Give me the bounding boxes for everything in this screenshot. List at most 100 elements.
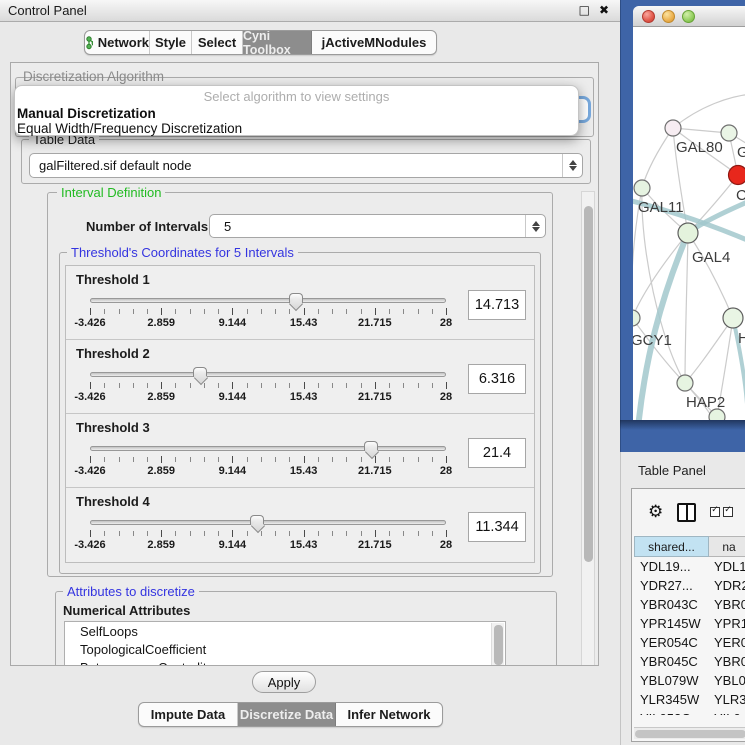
threshold-row: Threshold 4 -3.4262.8599.14415.4321.7152… — [66, 488, 534, 563]
network-branch-icon — [85, 35, 93, 50]
tick-mark — [389, 531, 390, 536]
tab-discretize-data[interactable]: Discretize Data — [238, 703, 336, 726]
tick-mark — [389, 309, 390, 314]
tab-label: Select — [198, 35, 236, 50]
node-label: GAL4 — [692, 249, 730, 266]
numerical-attributes-list[interactable]: SelfLoops TopologicalCoefficient Between… — [64, 621, 506, 666]
slider-track[interactable] — [90, 298, 446, 303]
table-row[interactable]: YLR345WYLR3 — [634, 690, 745, 709]
gear-icon[interactable]: ⚙ — [648, 504, 663, 521]
tab-cyni-toolbox[interactable]: Cyni Toolbox — [243, 31, 312, 54]
slider-thumb[interactable] — [289, 293, 303, 303]
column-visibility-icons[interactable] — [710, 507, 733, 517]
network-node[interactable] — [677, 375, 693, 391]
threshold-label: Threshold 2 — [76, 346, 150, 361]
slider-thumb[interactable] — [250, 515, 264, 525]
dropdown-item-equal-width-frequency[interactable]: Equal Width/Frequency Discretization — [17, 121, 242, 136]
interval-definition-title: Interval Definition — [57, 185, 165, 200]
tick-mark — [104, 457, 105, 462]
table-row[interactable]: YER054CYER0 — [634, 633, 745, 652]
table-row[interactable]: YBL079WYBL0 — [634, 671, 745, 690]
threshold-slider[interactable]: -3.4262.8599.14415.4321.71528 — [90, 442, 452, 482]
tab-select[interactable]: Select — [192, 31, 243, 54]
network-node[interactable] — [678, 223, 698, 243]
scrollbar-thumb[interactable] — [584, 206, 593, 562]
close-traffic-light-icon[interactable] — [642, 10, 655, 23]
table-row[interactable]: YBR045CYBR0 — [634, 652, 745, 671]
slider-track[interactable] — [90, 446, 446, 451]
list-scrollbar[interactable] — [491, 623, 504, 666]
table-cell: YBL0 — [709, 671, 745, 690]
tick-mark — [175, 383, 176, 388]
close-window-icon[interactable]: ✖ — [599, 3, 609, 17]
list-item[interactable]: TopologicalCoefficient — [65, 640, 505, 658]
table-row[interactable]: YDL19...YDL1 — [634, 557, 745, 576]
tick-mark — [375, 456, 376, 463]
threshold-slider[interactable]: -3.4262.8599.14415.4321.71528 — [90, 516, 452, 556]
network-edge[interactable] — [688, 233, 733, 318]
column-header-shared-name[interactable]: shared... — [634, 536, 709, 557]
tick-mark — [247, 383, 248, 388]
network-node[interactable] — [665, 120, 681, 136]
table-row[interactable]: YPR145WYPR1 — [634, 614, 745, 633]
network-edge[interactable] — [673, 94, 745, 128]
network-node[interactable] — [634, 180, 650, 196]
list-item[interactable]: SelfLoops — [65, 622, 505, 640]
tab-jactivemnodules[interactable]: jActiveMNodules — [312, 31, 436, 54]
slider-track[interactable] — [90, 520, 446, 525]
network-node[interactable] — [721, 125, 737, 141]
network-edge[interactable] — [685, 233, 688, 383]
table-row[interactable]: YBR043CYBR0 — [634, 595, 745, 614]
column-header-name[interactable]: na — [709, 536, 745, 557]
tick-mark — [204, 309, 205, 314]
network-edge[interactable] — [633, 318, 685, 383]
tick-mark — [190, 457, 191, 462]
tab-style[interactable]: Style — [150, 31, 192, 54]
tick-mark — [104, 309, 105, 314]
split-view-icon[interactable] — [677, 503, 696, 522]
scrollbar-thumb[interactable] — [494, 625, 503, 665]
checkbox-icon[interactable] — [723, 507, 733, 517]
tick-mark — [332, 457, 333, 462]
tick-label: 28 — [421, 465, 471, 477]
network-node[interactable] — [633, 310, 640, 326]
table-row[interactable]: YDR27...YDR2 — [634, 576, 745, 595]
threshold-slider[interactable]: -3.4262.8599.14415.4321.71528 — [90, 368, 452, 408]
network-edge[interactable] — [642, 128, 673, 188]
table-data-combobox[interactable]: galFiltered.sif default node — [29, 153, 583, 178]
threshold-value-field[interactable]: 11.344 — [468, 512, 526, 542]
list-item[interactable]: BetweennessCentrality — [65, 658, 505, 666]
network-edge[interactable] — [685, 318, 733, 383]
dropdown-item-manual-discretization[interactable]: Manual Discretization — [17, 106, 156, 121]
scrollbar-thumb[interactable] — [635, 730, 745, 738]
apply-button[interactable]: Apply — [252, 671, 316, 693]
tab-network[interactable]: Network — [85, 31, 150, 54]
network-node[interactable] — [723, 308, 743, 328]
table-cell: YDL19... — [634, 557, 709, 576]
float-window-icon[interactable]: □ — [579, 3, 590, 17]
tab-impute-data[interactable]: Impute Data — [139, 703, 238, 726]
threshold-value-field[interactable]: 21.4 — [468, 438, 526, 468]
network-canvas[interactable]: GAL80GACGAL11GAL4GCY1HHAP2 — [633, 27, 745, 420]
tick-mark — [261, 457, 262, 462]
checkbox-icon[interactable] — [710, 507, 720, 517]
horizontal-scrollbar[interactable] — [634, 727, 745, 739]
tick-mark — [204, 531, 205, 536]
threshold-slider[interactable]: -3.4262.8599.14415.4321.71528 — [90, 294, 452, 334]
network-edge[interactable] — [638, 233, 688, 420]
tick-mark — [204, 383, 205, 388]
slider-track[interactable] — [90, 372, 446, 377]
panel-scrollbar[interactable] — [581, 191, 595, 666]
tab-infer-network[interactable]: Infer Network — [336, 703, 442, 726]
table-row[interactable]: YIL052CYIL0 — [634, 709, 745, 715]
minimize-traffic-light-icon[interactable] — [662, 10, 675, 23]
network-node[interactable] — [729, 166, 745, 185]
threshold-value-field[interactable]: 6.316 — [468, 364, 526, 394]
threshold-value-field[interactable]: 14.713 — [468, 290, 526, 320]
number-of-intervals-combobox[interactable]: 5 — [209, 214, 546, 238]
zoom-traffic-light-icon[interactable] — [682, 10, 695, 23]
tick-mark — [446, 308, 447, 315]
tick-mark — [389, 457, 390, 462]
slider-thumb[interactable] — [364, 441, 378, 451]
slider-thumb[interactable] — [193, 367, 207, 377]
